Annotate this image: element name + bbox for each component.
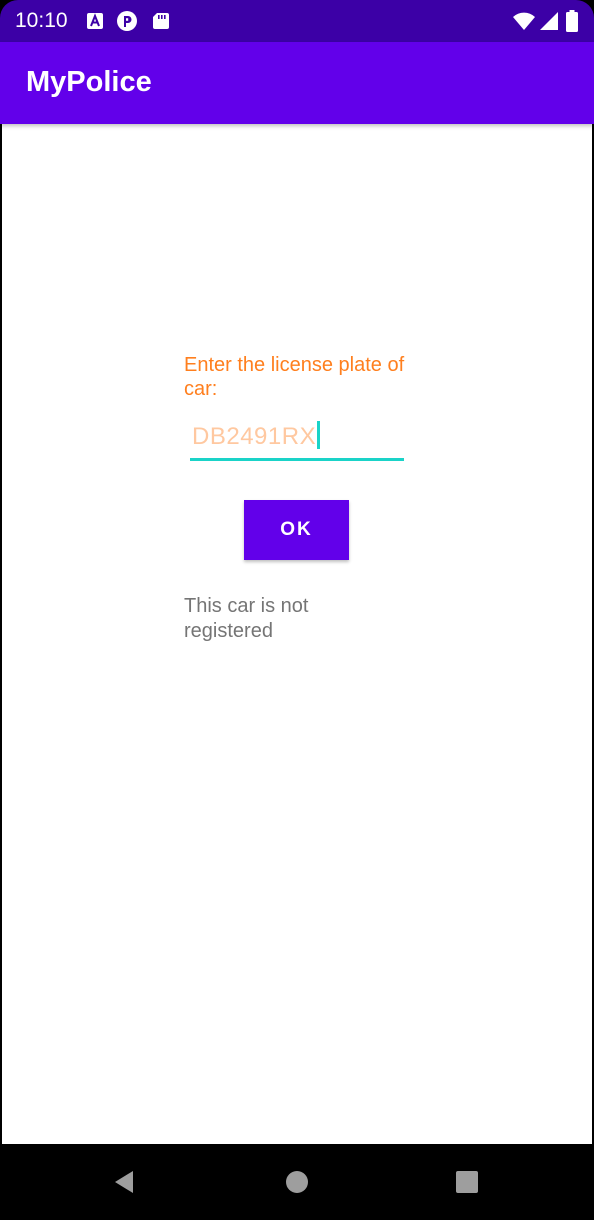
app-title: MyPolice	[26, 66, 152, 98]
main-content: Enter the license plate of car: DB2491RX…	[2, 124, 592, 1144]
text-cursor	[317, 421, 321, 449]
license-plate-value: DB2491RX	[192, 423, 317, 450]
phone-screen: 10:10 MyPolice Enter the license plate o…	[0, 0, 594, 1220]
license-plate-input[interactable]: DB2491RX	[190, 418, 404, 461]
status-time: 10:10	[15, 9, 68, 32]
battery-icon	[566, 10, 578, 32]
text-a-icon	[87, 13, 103, 29]
plate-prompt-label: Enter the license plate of car:	[184, 354, 405, 400]
app-bar: MyPolice	[0, 42, 594, 124]
status-bar: 10:10	[0, 0, 594, 42]
home-icon[interactable]	[283, 1168, 311, 1196]
recents-icon[interactable]	[453, 1168, 481, 1196]
navigation-bar	[0, 1144, 594, 1220]
registration-result: This car is not registered	[184, 595, 309, 642]
wifi-icon	[513, 12, 535, 30]
podcast-icon	[117, 11, 137, 31]
ok-button[interactable]: OK	[244, 500, 349, 560]
sd-card-icon	[153, 13, 169, 29]
back-icon[interactable]	[111, 1168, 139, 1196]
signal-icon	[540, 12, 558, 30]
